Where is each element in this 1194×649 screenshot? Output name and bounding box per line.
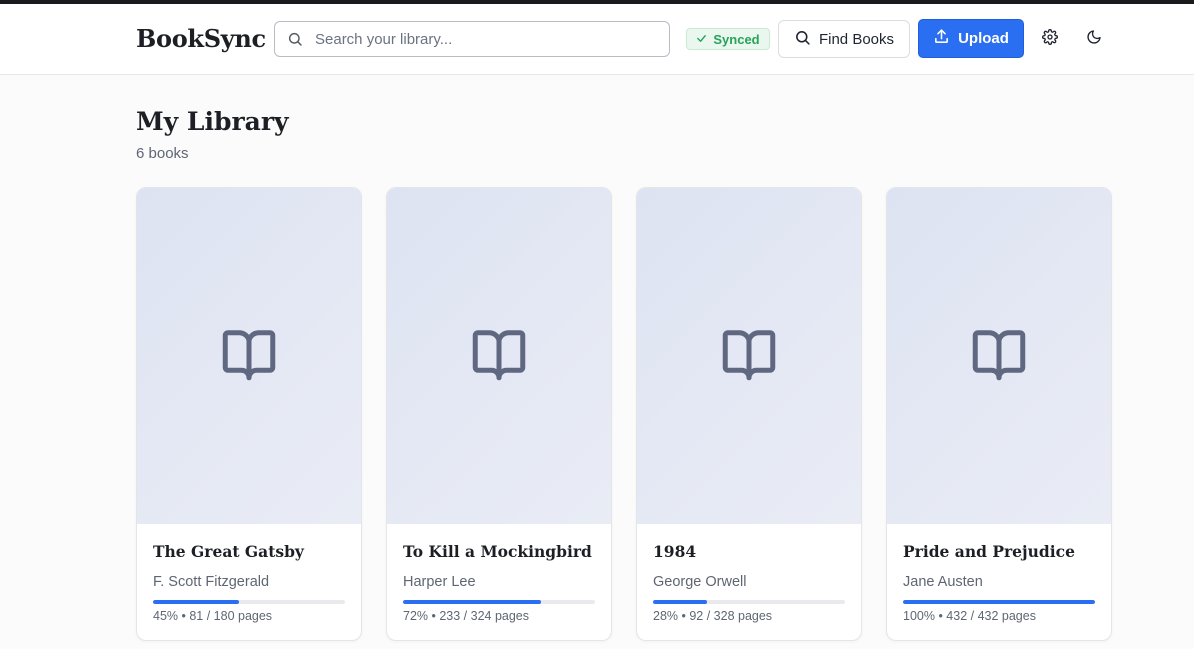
progress-bar bbox=[653, 600, 845, 604]
upload-label: Upload bbox=[958, 30, 1009, 47]
book-open-icon bbox=[972, 330, 1026, 381]
book-cover bbox=[637, 188, 861, 524]
search-icon bbox=[287, 31, 303, 47]
book-author: Jane Austen bbox=[903, 574, 983, 590]
check-icon bbox=[696, 32, 707, 47]
book-card[interactable]: Pride and Prejudice Jane Austen 100% • 4… bbox=[886, 187, 1112, 641]
theme-toggle-button[interactable] bbox=[1084, 28, 1104, 50]
upload-icon bbox=[933, 28, 950, 49]
progress-bar bbox=[403, 600, 595, 604]
search-input[interactable] bbox=[315, 22, 655, 56]
sync-status-label: Synced bbox=[713, 31, 760, 47]
search-icon bbox=[794, 29, 811, 50]
book-title: The Great Gatsby bbox=[153, 542, 304, 561]
find-books-label: Find Books bbox=[818, 30, 895, 48]
sync-status-badge: Synced bbox=[686, 28, 770, 50]
book-progress-text: 45% • 81 / 180 pages bbox=[153, 609, 273, 623]
book-progress-text: 100% • 432 / 432 pages bbox=[903, 609, 1036, 623]
app-logo[interactable]: BookSync bbox=[136, 24, 266, 53]
book-author: George Orwell bbox=[653, 574, 747, 590]
book-count: 6 books bbox=[136, 145, 189, 162]
book-open-icon bbox=[222, 330, 276, 381]
book-title: 1984 bbox=[653, 542, 697, 561]
book-open-icon bbox=[472, 330, 526, 381]
find-books-button[interactable]: Find Books bbox=[778, 20, 910, 58]
book-card[interactable]: To Kill a Mockingbird Harper Lee 72% • 2… bbox=[386, 187, 612, 641]
app-header: BookSync Synced Find Books Upload bbox=[0, 4, 1194, 75]
book-open-icon bbox=[722, 330, 776, 381]
book-title: Pride and Prejudice bbox=[903, 542, 1075, 561]
search-box[interactable] bbox=[274, 21, 670, 57]
book-cover bbox=[887, 188, 1111, 524]
page-title: My Library bbox=[136, 107, 289, 136]
progress-fill bbox=[153, 600, 240, 604]
book-card[interactable]: The Great Gatsby F. Scott Fitzgerald 45%… bbox=[136, 187, 362, 641]
book-progress-text: 72% • 233 / 324 pages bbox=[403, 609, 530, 623]
progress-fill bbox=[903, 600, 1095, 604]
book-author: Harper Lee bbox=[403, 574, 476, 590]
book-title: To Kill a Mockingbird bbox=[403, 542, 592, 561]
book-author: F. Scott Fitzgerald bbox=[153, 574, 270, 590]
moon-icon bbox=[1086, 29, 1102, 50]
progress-fill bbox=[653, 600, 707, 604]
progress-bar bbox=[903, 600, 1095, 604]
book-card[interactable]: 1984 George Orwell 28% • 92 / 328 pages bbox=[636, 187, 862, 641]
book-cover bbox=[137, 188, 361, 524]
progress-fill bbox=[403, 600, 542, 604]
book-cover bbox=[387, 188, 611, 524]
gear-icon bbox=[1042, 28, 1058, 50]
settings-button[interactable] bbox=[1040, 28, 1060, 50]
book-progress-text: 28% • 92 / 328 pages bbox=[653, 609, 773, 623]
progress-bar bbox=[153, 600, 345, 604]
upload-button[interactable]: Upload bbox=[918, 19, 1024, 58]
